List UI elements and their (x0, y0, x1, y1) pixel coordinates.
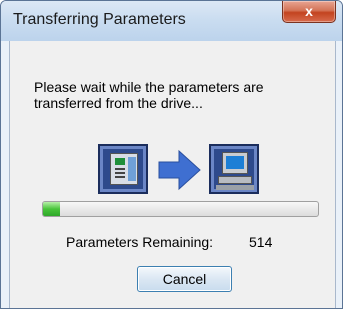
parameters-remaining-label: Parameters Remaining: (66, 234, 214, 250)
progress-fill (43, 202, 60, 216)
drive-icon (98, 144, 148, 194)
transfer-illustration (98, 144, 259, 198)
close-button[interactable]: x (282, 1, 336, 23)
wait-message: Please wait while the parameters are tra… (34, 79, 264, 111)
transferring-parameters-dialog: Transferring Parameters x Please wait wh… (0, 0, 343, 309)
cancel-button[interactable]: Cancel (137, 266, 232, 292)
right-arrow-icon (155, 148, 203, 192)
parameters-remaining-value: 514 (249, 234, 273, 250)
window-title: Transferring Parameters (13, 11, 186, 28)
transfer-progress-bar (42, 201, 319, 217)
computer-icon (209, 144, 259, 194)
title-bar: Transferring Parameters x (1, 1, 342, 41)
